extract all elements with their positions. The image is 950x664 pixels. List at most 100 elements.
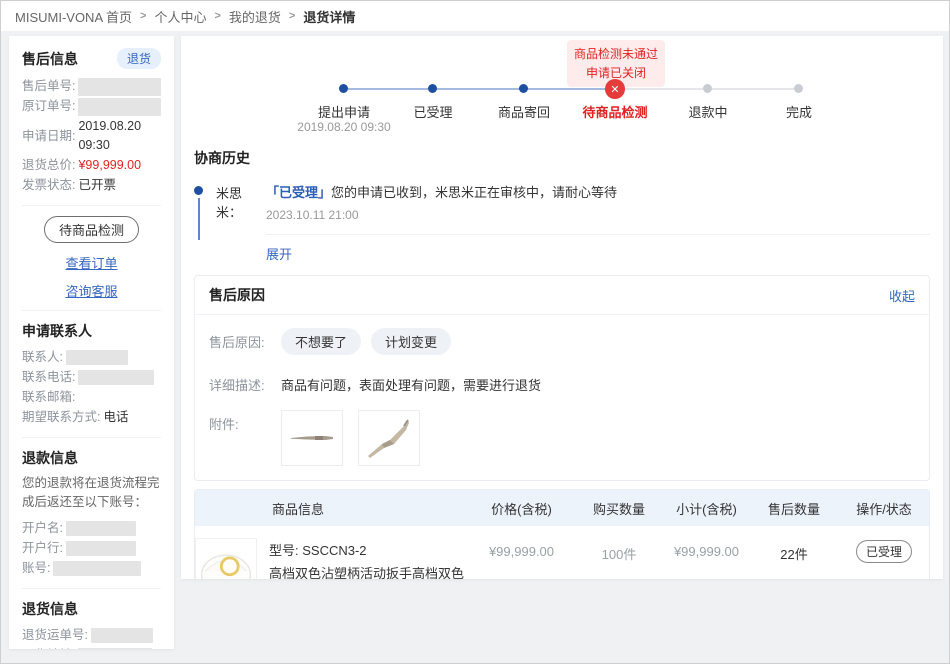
attachment-image-2[interactable]: [358, 410, 420, 466]
product-name[interactable]: 高档双色沾塑柄活动扳手高档双色沾塑柄活动扳手: [269, 563, 469, 579]
contact-name-label: 联系人:: [22, 348, 63, 367]
divider: [22, 310, 161, 311]
redacted-value: [78, 78, 161, 96]
redacted-value: [78, 648, 152, 649]
account-no-label: 账号:: [22, 559, 50, 578]
tool-image: [362, 414, 416, 462]
redacted-value: [66, 541, 136, 556]
step-dot-icon: [519, 84, 528, 93]
header-price: 价格(含税): [469, 499, 574, 518]
refund-total-label: 退货总价:: [22, 156, 75, 175]
history-message: 「已受理」您的申请已收到，米思米正在审核中，请耐心等待: [266, 182, 930, 201]
attachment-image-1[interactable]: [281, 410, 343, 466]
breadcrumb: MISUMI-VONA 首页 > 个人中心 > 我的退货 > 退货详情: [1, 1, 949, 31]
step-label-accepted: 已受理: [388, 102, 478, 121]
table-row: 型号: SSCCN3-2 高档双色沾塑柄活动扳手高档双色沾塑柄活动扳手 史丹利(…: [195, 526, 929, 579]
redacted-value: [66, 521, 136, 536]
account-name-label: 开户名:: [22, 519, 63, 538]
invoice-status-label: 发票状态:: [22, 176, 75, 195]
invoice-status-value: 已开票: [78, 176, 116, 195]
contact-phone-label: 联系电话:: [22, 368, 75, 387]
header-subtotal: 小计(含税): [664, 499, 749, 518]
cell-quantity: 100件: [574, 538, 664, 579]
view-order-link[interactable]: 查看订单: [22, 253, 161, 272]
breadcrumb-personal-center[interactable]: 个人中心: [154, 7, 206, 26]
step-label-returned: 商品寄回: [479, 102, 569, 121]
service-no-label: 售后单号:: [22, 77, 75, 96]
divider: [22, 588, 161, 589]
after-sales-sidebar: 售后信息 退货 售后单号: 原订单号: 申请日期:2019.08.20 09:3…: [9, 36, 174, 649]
step-label-submit: 提出申请: [299, 102, 389, 121]
history-entry: 米思米： 「已受理」您的申请已收到，米思米正在审核中，请耐心等待 2023.10…: [194, 182, 930, 263]
status-badge: 已受理: [856, 540, 912, 563]
step-label-inspection: 待商品检测: [570, 102, 660, 121]
return-section-title: 退货信息: [22, 599, 161, 619]
cell-status: 已受理: [839, 538, 929, 579]
tracking-no-label: 退货运单号:: [22, 626, 88, 645]
header-after-sales-qty: 售后数量: [749, 499, 839, 518]
product-image[interactable]: [195, 538, 257, 579]
return-detail-main: 商品检测未通过 申请已关闭 ✕ 提出申请 已受理 商品寄回 待商品检测 退款中 …: [181, 36, 943, 579]
sidebar-title: 售后信息: [22, 49, 78, 69]
reason-label: 售后原因:: [209, 328, 281, 351]
header-quantity: 购买数量: [574, 499, 664, 518]
attachments-label: 附件:: [209, 410, 281, 433]
cell-price: ¥99,999.00: [469, 538, 574, 579]
step-label-complete: 完成: [754, 102, 844, 121]
preferred-contact-label: 期望联系方式:: [22, 408, 100, 427]
history-time: 2023.10.11 21:00: [266, 208, 930, 222]
header-action-status: 操作/状态: [839, 499, 929, 518]
breadcrumb-return-detail: 退货详情: [303, 7, 355, 26]
breadcrumb-my-returns[interactable]: 我的退货: [229, 7, 281, 26]
reason-title: 售后原因: [209, 285, 265, 305]
drill-bit-image: [285, 414, 339, 462]
contact-section-title: 申请联系人: [22, 321, 161, 341]
redacted-value: [91, 628, 153, 643]
step-dot-icon: [703, 84, 712, 93]
breadcrumb-separator: >: [140, 10, 146, 22]
bank-label: 开户行:: [22, 539, 63, 558]
header-product-info: 商品信息: [195, 499, 469, 518]
timeline-dot-icon: [194, 186, 203, 195]
cell-after-sales-qty: 22件: [749, 538, 839, 579]
redacted-value: [53, 561, 141, 576]
product-model: 型号: SSCCN3-2: [269, 540, 469, 559]
respirator-mask-image: [196, 541, 256, 580]
description-text: 商品有问题，表面处理有问题，需要进行退货: [281, 371, 541, 394]
contact-service-link[interactable]: 咨询客服: [22, 281, 161, 300]
error-x-icon: ✕: [605, 79, 625, 99]
refund-section-title: 退款信息: [22, 448, 161, 468]
history-author: 米思米：: [216, 182, 266, 263]
return-type-badge: 退货: [117, 48, 161, 69]
table-header: 商品信息 价格(含税) 购买数量 小计(含税) 售后数量 操作/状态: [195, 490, 929, 526]
redacted-value: [66, 350, 128, 365]
product-table: 商品信息 价格(含税) 购买数量 小计(含税) 售后数量 操作/状态: [194, 489, 930, 579]
reason-tag: 计划变更: [371, 328, 451, 355]
step-dot-icon: [339, 84, 348, 93]
history-title: 协商历史: [194, 148, 930, 168]
status-pill: 待商品检测: [44, 216, 139, 243]
progress-steps: 商品检测未通过 申请已关闭 ✕ 提出申请 已受理 商品寄回 待商品检测 退款中 …: [194, 36, 930, 138]
after-sales-reason-box: 售后原因 收起 售后原因: 不想要了 计划变更 详细描述: 商品有问题，表面处理…: [194, 275, 930, 481]
apply-date-label: 申请日期:: [22, 127, 75, 146]
divider: [22, 205, 161, 206]
step-date: 2019.08.20 09:30: [279, 120, 409, 134]
description-label: 详细描述:: [209, 371, 281, 394]
cell-subtotal: ¥99,999.00: [664, 538, 749, 579]
progress-line-done: [344, 88, 615, 90]
apply-date-value: 2019.08.20 09:30: [78, 117, 161, 155]
step-dot-icon: [794, 84, 803, 93]
breadcrumb-home[interactable]: MISUMI-VONA 首页: [15, 7, 132, 26]
refund-note: 您的退款将在退货流程完成后返还至以下账号：: [22, 474, 161, 513]
divider: [22, 437, 161, 438]
page: MISUMI-VONA 首页 > 个人中心 > 我的退货 > 退货详情 售后信息…: [0, 0, 950, 664]
collapse-link[interactable]: 收起: [889, 286, 915, 305]
contact-email-label: 联系邮箱:: [22, 388, 75, 407]
history-message-text: 您的申请已收到，米思米正在审核中，请耐心等待: [331, 185, 617, 200]
redacted-value: [78, 98, 161, 116]
step-label-refunding: 退款中: [663, 102, 753, 121]
orig-order-no-label: 原订单号:: [22, 97, 75, 116]
timeline-line: [198, 198, 200, 240]
tooltip-line1: 商品检测未通过: [573, 45, 659, 64]
expand-link[interactable]: 展开: [266, 244, 292, 263]
